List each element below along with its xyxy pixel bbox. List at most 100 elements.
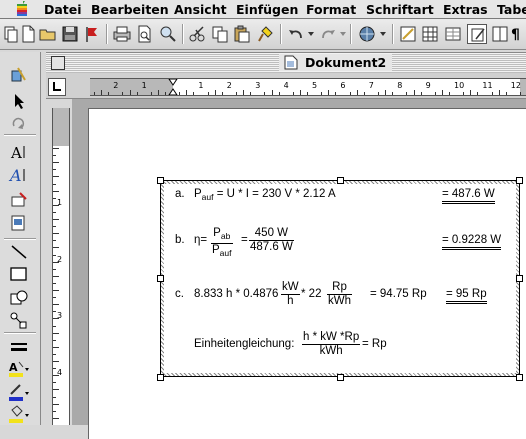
- horizontal-ruler[interactable]: 21123456789101112: [90, 78, 526, 96]
- redo-dropdown-icon[interactable]: [340, 32, 346, 36]
- palette-divider: [4, 238, 36, 240]
- copy-icon[interactable]: [210, 24, 230, 44]
- insert-clipart-icon[interactable]: [8, 213, 30, 233]
- draw-menu-icon[interactable]: [8, 65, 30, 85]
- ruler-number: 6: [340, 81, 345, 90]
- menu-format[interactable]: Format: [306, 2, 356, 17]
- autoshapes-icon[interactable]: [8, 288, 30, 308]
- window-title-bar[interactable]: Dokument2: [46, 52, 526, 74]
- formula-a-expression: = U * I = 230 V * 2.12 A: [214, 188, 336, 200]
- formula-b-numerator: 450 W: [249, 227, 294, 241]
- ruler-tick: [264, 92, 265, 95]
- menu-bearbeiten[interactable]: Bearbeiten: [91, 2, 169, 17]
- ruler-tick: [53, 240, 56, 241]
- standard-toolbar: ¶: [0, 19, 526, 50]
- select-arrow-icon[interactable]: [8, 91, 30, 111]
- open-folder-icon[interactable]: [38, 24, 58, 44]
- insert-hyperlink-icon[interactable]: [398, 24, 418, 44]
- resize-handle-bottom-right[interactable]: [516, 374, 523, 381]
- close-box-icon[interactable]: [51, 56, 65, 70]
- flag-icon[interactable]: [82, 24, 102, 44]
- web-dropdown-icon[interactable]: [380, 32, 386, 36]
- ruler-tick: [101, 90, 102, 95]
- ruler-number: 2: [227, 81, 232, 90]
- drawing-palette: A A A: [0, 52, 41, 425]
- formula-c-multiplier: * 22: [301, 288, 321, 300]
- ruler-tick: [442, 90, 443, 95]
- wordart-icon[interactable]: A: [8, 165, 30, 185]
- web-toolbar-icon[interactable]: [357, 24, 377, 44]
- ruler-tick: [53, 404, 59, 405]
- toolbar-divider: [106, 24, 108, 44]
- paragraph-marks-icon[interactable]: ¶: [508, 24, 526, 44]
- resize-handle-top-right[interactable]: [516, 177, 523, 184]
- resize-handle-top-left[interactable]: [157, 177, 164, 184]
- svg-text:A: A: [9, 361, 18, 374]
- tab-selector[interactable]: [48, 78, 66, 96]
- line-tool-icon[interactable]: [8, 242, 30, 262]
- menu-schriftart[interactable]: Schriftart: [366, 2, 434, 17]
- ruler-tick: [53, 311, 56, 312]
- vertical-ruler[interactable]: 1234: [52, 108, 70, 425]
- drawing-icon[interactable]: [467, 24, 487, 44]
- formula-b-num-symbol: P: [213, 227, 221, 239]
- ruler-number: 11: [482, 81, 492, 90]
- resize-handle-bottom-left[interactable]: [157, 374, 164, 381]
- ruler-tick: [53, 212, 56, 213]
- undo-dropdown-icon[interactable]: [308, 32, 314, 36]
- formula-b-value-fraction: 450 W 487.6 W: [249, 227, 294, 254]
- toolbar-divider: [392, 24, 394, 44]
- resize-handle-right[interactable]: [516, 275, 523, 282]
- ruler-tick: [53, 233, 59, 234]
- ruler-tick: [53, 333, 59, 334]
- svg-text:¶: ¶: [511, 27, 520, 43]
- spelling-icon[interactable]: [158, 24, 178, 44]
- resize-handle-top[interactable]: [337, 177, 344, 184]
- menu-tabelle[interactable]: Tabelle: [497, 2, 526, 17]
- menu-ansicht[interactable]: Ansicht: [174, 2, 227, 17]
- rectangle-tool-icon[interactable]: [8, 264, 30, 284]
- columns-icon[interactable]: [490, 24, 510, 44]
- save-icon[interactable]: [60, 24, 80, 44]
- toolbar-divider: [182, 24, 184, 44]
- ruler-tick: [463, 92, 464, 95]
- ruler-tick: [293, 92, 294, 95]
- ruler-tick: [53, 340, 56, 341]
- formula-b-den-symbol: P: [212, 244, 220, 256]
- indent-marker-icon[interactable]: [168, 79, 178, 95]
- paste-icon[interactable]: [232, 24, 252, 44]
- ruler-tick: [236, 92, 237, 95]
- formula-b-eta: η=: [194, 234, 207, 246]
- print-icon[interactable]: [112, 24, 132, 44]
- tables-borders-icon[interactable]: [420, 24, 440, 44]
- font-color-icon[interactable]: A: [8, 358, 30, 378]
- ruler-tick: [53, 155, 56, 156]
- format-painter-icon[interactable]: [256, 24, 276, 44]
- menu-einfuegen[interactable]: Einfügen: [236, 2, 298, 17]
- insert-table-icon[interactable]: [443, 24, 463, 44]
- menu-datei[interactable]: Datei: [44, 2, 82, 17]
- ruler-tick: [385, 90, 386, 95]
- print-preview-icon[interactable]: [135, 24, 155, 44]
- connectors-icon[interactable]: [8, 310, 30, 330]
- horizontal-ruler-row: 21123456789101112: [46, 73, 526, 99]
- menu-extras[interactable]: Extras: [443, 2, 488, 17]
- undo-icon[interactable]: [286, 24, 306, 44]
- ruler-tick: [357, 90, 358, 95]
- fill-color-icon[interactable]: [8, 404, 30, 424]
- new-document-icon[interactable]: [18, 24, 38, 44]
- apple-menu-icon[interactable]: [14, 1, 30, 17]
- insert-picture-icon[interactable]: [8, 191, 30, 211]
- ruler-tick: [53, 247, 59, 248]
- resize-handle-bottom[interactable]: [337, 374, 344, 381]
- line-color-icon[interactable]: [8, 382, 30, 402]
- cut-icon[interactable]: [188, 24, 208, 44]
- line-style-icon[interactable]: [8, 337, 30, 357]
- formula-d-result: = Rp: [362, 338, 387, 350]
- ruler-tick: [53, 354, 56, 355]
- resize-handle-left[interactable]: [157, 275, 164, 282]
- text-box-icon[interactable]: A: [8, 142, 30, 162]
- redo-icon[interactable]: [318, 24, 338, 44]
- free-rotate-icon[interactable]: [8, 114, 30, 134]
- window-title-tab: Dokument2: [279, 54, 392, 71]
